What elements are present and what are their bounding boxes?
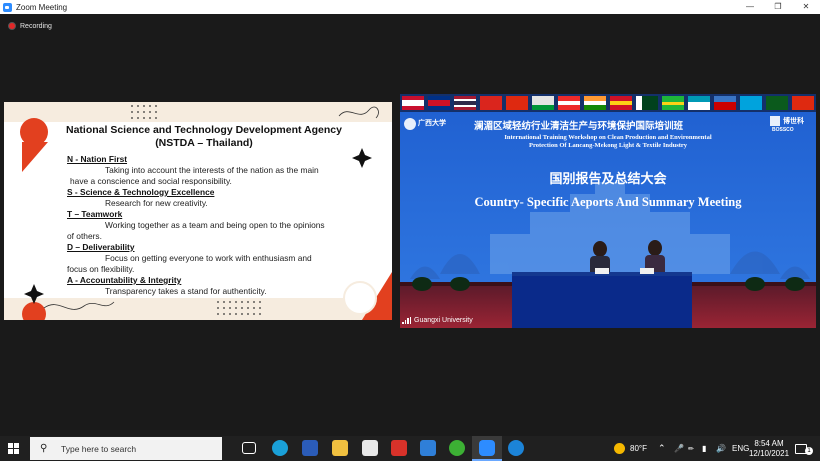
value-heading: T – Teamwork xyxy=(67,209,123,219)
weather-widget[interactable]: 80°F xyxy=(614,436,647,461)
clock[interactable]: 8:54 AM 12/10/2021 xyxy=(748,436,790,461)
slide-title-line1: National Science and Technology Developm… xyxy=(66,124,342,136)
pen-icon[interactable]: ✏ xyxy=(688,436,694,461)
recording-indicator[interactable]: Recording xyxy=(8,22,52,30)
value-text: focus on flexibility. xyxy=(67,264,135,274)
windows-start-icon[interactable] xyxy=(8,443,19,454)
chevron-up-icon[interactable]: ⌃ xyxy=(658,436,666,461)
value-text: Focus on getting everyone to work with e… xyxy=(105,253,312,263)
taskbar-search-box[interactable]: ⚲ Type here to search xyxy=(30,437,222,460)
slide-values-list: N - Nation First Taking into account the… xyxy=(67,154,367,297)
file-explorer-icon[interactable] xyxy=(332,440,348,456)
value-text: Taking into account the interests of the… xyxy=(105,165,319,175)
clock-date: 12/10/2021 xyxy=(748,448,790,458)
banner-cn-subtitle: 国别报告及总结大会 xyxy=(549,172,667,187)
volume-icon[interactable]: 🔊 xyxy=(716,436,726,461)
slide-title-line2: (NSTDA – Thailand) xyxy=(155,137,253,149)
flags-row xyxy=(400,94,816,112)
banner-en-title-line1: International Training Workshop on Clean… xyxy=(504,134,712,141)
value-text: Research for new creativity. xyxy=(105,198,208,208)
word-icon[interactable] xyxy=(302,440,318,456)
value-heading: D – Deliverability xyxy=(67,242,135,252)
value-text: of others. xyxy=(67,231,102,241)
signal-icon xyxy=(402,317,411,324)
microphone-icon[interactable]: 🎤 xyxy=(674,436,684,461)
store-icon[interactable] xyxy=(362,440,378,456)
restore-button[interactable]: ❐ xyxy=(764,0,792,14)
slide-title: National Science and Technology Developm… xyxy=(44,124,364,150)
value-text: Transparency takes a stand for authentic… xyxy=(105,286,267,296)
clock-time: 8:54 AM xyxy=(754,438,784,448)
zoom-icon xyxy=(479,440,495,456)
banner-en-title-line2: Protection Of Lancang-Mekong Light & Tex… xyxy=(528,142,688,149)
record-icon xyxy=(8,22,16,30)
sun-icon xyxy=(614,443,625,454)
value-text: have a conscience and social responsibil… xyxy=(70,176,232,186)
mail-icon[interactable] xyxy=(420,440,436,456)
participant-name-tag: Guangxi University xyxy=(402,317,473,324)
recording-label: Recording xyxy=(20,22,52,30)
weather-temp: 80°F xyxy=(630,444,647,453)
app-icon[interactable] xyxy=(508,440,524,456)
zoom-app-icon xyxy=(3,2,12,12)
sparkle-icon xyxy=(24,284,44,304)
battery-icon[interactable]: ▮ xyxy=(702,436,706,461)
participant-video[interactable]: 澜湄区域轻纺行业清洁生产与环境保护国际培训班 International Tra… xyxy=(400,94,816,328)
window-title-bar: Zoom Meeting — ❐ ✕ xyxy=(0,0,820,14)
left-logo-text: 广西大学 xyxy=(418,119,446,127)
right-logo-text: 博世科 xyxy=(783,117,804,125)
right-logo-sub: BOSSCO xyxy=(772,127,794,133)
shared-slide: National Science and Technology Developm… xyxy=(4,102,392,320)
value-heading: N - Nation First xyxy=(67,154,128,164)
banner-en-subtitle: Country- Specific Aeports And Summary Me… xyxy=(474,195,742,209)
search-placeholder: Type here to search xyxy=(61,443,137,454)
search-icon: ⚲ xyxy=(40,443,48,454)
participant-name: Guangxi University xyxy=(414,317,473,324)
value-text: Working together as a team and being ope… xyxy=(105,220,325,230)
minimize-button[interactable]: — xyxy=(736,0,764,14)
acrobat-icon[interactable] xyxy=(391,440,407,456)
edge-icon[interactable] xyxy=(272,440,288,456)
task-view-icon[interactable] xyxy=(242,442,256,454)
notifications-button[interactable]: 1 xyxy=(795,436,813,461)
value-heading: A - Accountability & Integrity xyxy=(67,275,182,285)
windows-taskbar: ⚲ Type here to search 80°F ⌃ 🎤 ✏ ▮ 🔊 ENG… xyxy=(0,436,820,461)
language-indicator[interactable]: ENG xyxy=(732,436,749,461)
wechat-icon[interactable] xyxy=(449,440,465,456)
close-button[interactable]: ✕ xyxy=(792,0,820,14)
notification-count: 1 xyxy=(805,447,813,455)
value-heading: S - Science & Technology Excellence xyxy=(67,187,215,197)
window-title: Zoom Meeting xyxy=(16,2,68,12)
banner-cn-title: 澜湄区域轻纺行业清洁生产与环境保护国际培训班 xyxy=(474,121,684,132)
zoom-taskbar-button[interactable] xyxy=(472,436,502,461)
